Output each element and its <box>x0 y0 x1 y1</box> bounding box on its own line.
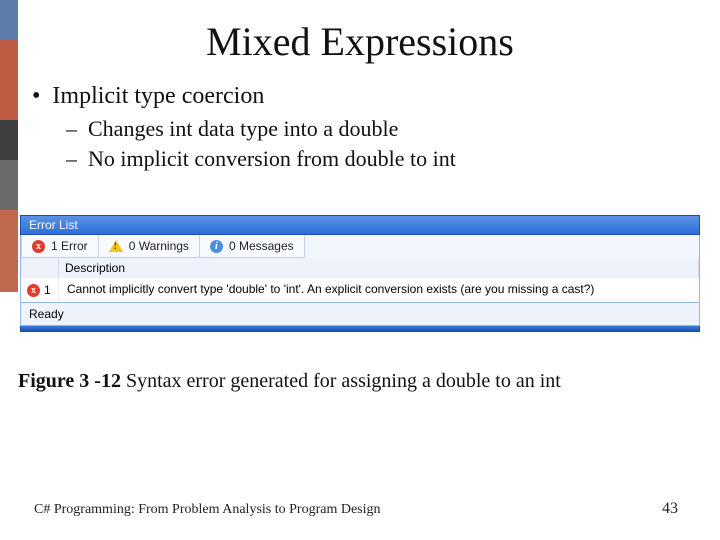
bullet-level2: – Changes int data type into a double <box>66 114 692 144</box>
figure-label: Figure 3 -12 <box>18 370 121 392</box>
panel-bottom-border <box>20 326 700 332</box>
error-list-row[interactable]: x 1 Cannot implicitly convert type 'doub… <box>21 278 699 302</box>
bullet-level1: • Implicit type coercion <box>32 80 692 112</box>
figure-caption: Figure 3 -12 Syntax error generated for … <box>18 370 702 393</box>
error-list-panel: Error List x 1 Error 0 Warnings i 0 Mess… <box>20 215 700 332</box>
info-icon: i <box>210 240 223 253</box>
errors-tab[interactable]: x 1 Error <box>21 235 99 258</box>
error-list-title-text: Error List <box>29 218 78 232</box>
error-icon: x <box>32 240 45 253</box>
row-message-cell: Cannot implicitly convert type 'double' … <box>59 278 699 302</box>
figure-text: Syntax error generated for assigning a d… <box>121 370 561 392</box>
status-text: Ready <box>29 307 64 321</box>
error-list-toolbar: x 1 Error 0 Warnings i 0 Messages <box>20 235 700 258</box>
bullet-l2b-text: No implicit conversion from double to in… <box>88 146 456 171</box>
messages-tab-label: 0 Messages <box>229 239 294 253</box>
errors-tab-label: 1 Error <box>51 239 88 253</box>
warnings-tab[interactable]: 0 Warnings <box>99 235 200 258</box>
footer-page-number: 43 <box>662 500 678 518</box>
footer-book-title: C# Programming: From Problem Analysis to… <box>34 502 381 518</box>
row-index: 1 <box>44 283 51 297</box>
error-icon: x <box>27 284 40 297</box>
header-index-col <box>21 258 59 278</box>
row-index-cell: x 1 <box>21 278 59 302</box>
slide-title: Mixed Expressions <box>0 18 720 65</box>
bullet-level2: – No implicit conversion from double to … <box>66 144 692 174</box>
messages-tab[interactable]: i 0 Messages <box>200 235 305 258</box>
header-description-col[interactable]: Description <box>59 258 699 278</box>
status-bar: Ready <box>20 303 700 326</box>
error-list-titlebar: Error List <box>20 215 700 235</box>
warnings-tab-label: 0 Warnings <box>129 239 189 253</box>
bullet-l1-text: Implicit type coercion <box>52 83 264 109</box>
bullet-l2a-text: Changes int data type into a double <box>88 116 398 141</box>
warning-icon <box>109 240 123 252</box>
error-list-grid: Description x 1 Cannot implicitly conver… <box>20 258 700 303</box>
error-list-header-row: Description <box>21 258 699 278</box>
bullet-list: • Implicit type coercion – Changes int d… <box>32 80 692 174</box>
